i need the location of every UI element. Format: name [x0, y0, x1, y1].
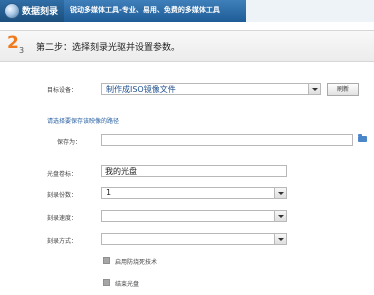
target-device-select[interactable]: 制作成ISO镜像文件	[101, 83, 321, 95]
disc-label-value: 我的光盘	[105, 167, 137, 176]
app-title: 数据刻录	[22, 7, 59, 17]
save-as-input[interactable]	[101, 134, 353, 146]
burnproof-label: 启用防烧死技术	[115, 259, 158, 266]
chevron-down-icon[interactable]	[274, 211, 286, 221]
target-device-value: 制作成ISO镜像文件	[106, 85, 176, 94]
step-number: 2	[7, 33, 19, 53]
chevron-down-icon[interactable]	[308, 84, 320, 94]
slogan-text: 锐动多媒体工具-专业、易用、免费的多媒体工具	[70, 6, 220, 14]
speed-label: 刻录速度：	[47, 215, 78, 222]
finalize-label: 结束光盘	[115, 281, 140, 288]
chevron-down-icon[interactable]	[274, 234, 286, 244]
speed-select[interactable]	[101, 210, 287, 222]
disc-label-input[interactable]: 我的光盘	[101, 165, 287, 177]
copies-label: 刻录份数：	[47, 192, 78, 199]
mode-select[interactable]	[101, 233, 287, 245]
step-instruction: 第二步：选择刻录光驱并设置参数。	[36, 43, 181, 53]
burnproof-checkbox[interactable]	[103, 257, 110, 264]
copies-value: 1	[106, 188, 112, 197]
folder-icon[interactable]	[358, 134, 367, 142]
target-device-label: 目标设备：	[47, 87, 78, 94]
disc-label-label: 光盘卷标：	[47, 171, 78, 178]
save-path-hint: 请选择要保存该映像的路径	[47, 118, 120, 125]
mode-label: 刻录方式：	[47, 238, 78, 245]
refresh-button[interactable]: 刷新	[327, 83, 359, 96]
step-total: 3	[19, 46, 25, 55]
save-as-label: 保存为：	[57, 139, 82, 146]
copies-select[interactable]: 1	[101, 187, 287, 199]
finalize-checkbox[interactable]	[103, 279, 110, 286]
chevron-down-icon[interactable]	[274, 188, 286, 198]
disc-logo-icon	[4, 3, 20, 19]
